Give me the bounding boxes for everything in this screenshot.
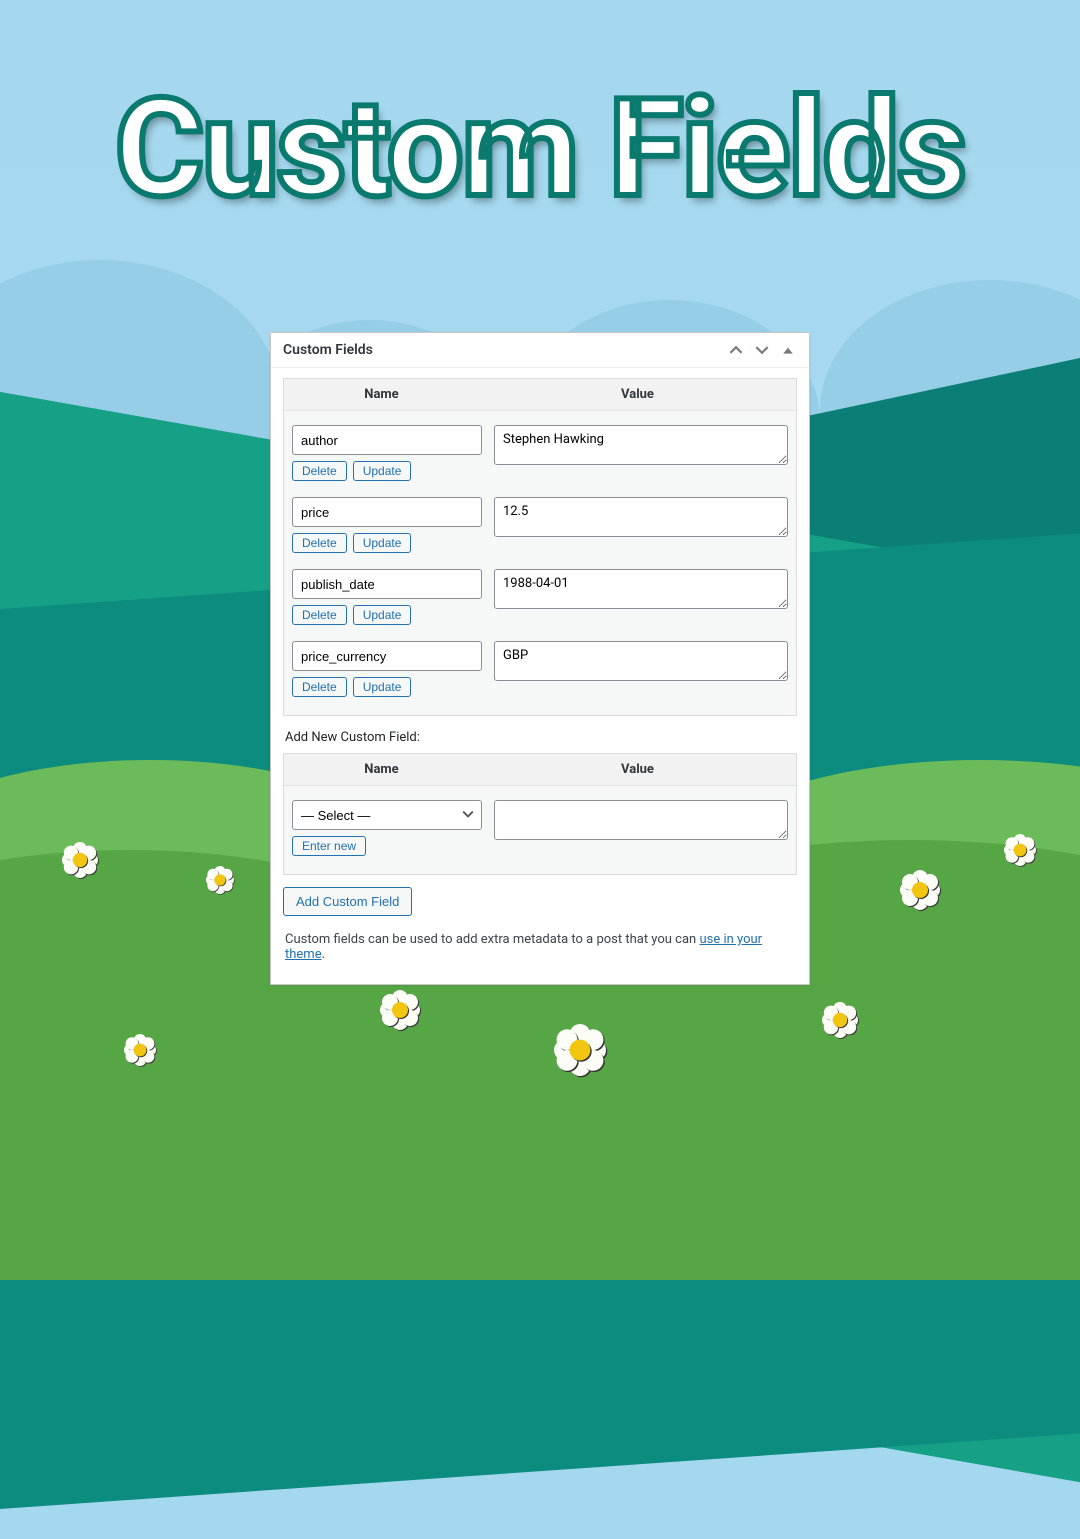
- table-header-row: Name Value: [284, 754, 796, 786]
- flower-icon: [1004, 834, 1036, 866]
- add-new-row: — Select — Enter new: [292, 792, 788, 864]
- panel-header: Custom Fields: [271, 333, 809, 368]
- field-value-input[interactable]: 1988-04-01: [494, 569, 788, 609]
- update-button[interactable]: Update: [353, 605, 412, 625]
- delete-button[interactable]: Delete: [292, 461, 347, 481]
- field-row: Delete Update GBP: [292, 633, 788, 705]
- add-new-label: Add New Custom Field:: [283, 716, 797, 753]
- field-value-input[interactable]: GBP: [494, 641, 788, 681]
- fields-rows-container: Delete Update Stephen Hawking Delete Upd…: [284, 411, 796, 715]
- page-title: Custom Fields: [0, 70, 1080, 229]
- field-value-input[interactable]: 12.5: [494, 497, 788, 537]
- delete-button[interactable]: Delete: [292, 605, 347, 625]
- flower-icon: [124, 1034, 156, 1066]
- move-up-icon[interactable]: [727, 341, 745, 359]
- custom-fields-panel: Custom Fields Name Value Delete Updat: [270, 332, 810, 985]
- panel-header-controls: [727, 341, 797, 359]
- column-header-name: Name: [284, 379, 479, 410]
- collapse-icon[interactable]: [779, 341, 797, 359]
- flower-icon: [62, 842, 98, 878]
- flower-icon: [554, 1024, 606, 1076]
- footer-text-suffix: .: [322, 947, 325, 962]
- table-header-row: Name Value: [284, 379, 796, 411]
- column-header-name: Name: [284, 754, 479, 785]
- flower-icon: [206, 866, 234, 894]
- field-name-input[interactable]: [292, 569, 482, 599]
- panel-body: Name Value Delete Update Stephen Hawking…: [271, 368, 809, 984]
- column-header-value: Value: [479, 379, 796, 410]
- flower-icon: [900, 870, 940, 910]
- fields-table: Name Value Delete Update Stephen Hawking…: [283, 378, 797, 716]
- update-button[interactable]: Update: [353, 677, 412, 697]
- field-name-input[interactable]: [292, 497, 482, 527]
- field-value-input[interactable]: Stephen Hawking: [494, 425, 788, 465]
- field-name-input[interactable]: [292, 641, 482, 671]
- flower-icon: [822, 1002, 858, 1038]
- field-row: Delete Update 1988-04-01: [292, 561, 788, 633]
- delete-button[interactable]: Delete: [292, 533, 347, 553]
- new-value-input[interactable]: [494, 800, 788, 840]
- field-row: Delete Update 12.5: [292, 489, 788, 561]
- add-custom-field-button[interactable]: Add Custom Field: [283, 887, 412, 916]
- flower-icon: [380, 990, 420, 1030]
- column-header-value: Value: [479, 754, 796, 785]
- update-button[interactable]: Update: [353, 533, 412, 553]
- field-row: Delete Update Stephen Hawking: [292, 417, 788, 489]
- delete-button[interactable]: Delete: [292, 677, 347, 697]
- add-new-row-wrap: — Select — Enter new: [284, 786, 796, 874]
- move-down-icon[interactable]: [753, 341, 771, 359]
- footer-help-text: Custom fields can be used to add extra m…: [283, 932, 797, 974]
- meta-key-select[interactable]: — Select —: [292, 800, 482, 830]
- footer-text-prefix: Custom fields can be used to add extra m…: [285, 932, 699, 947]
- enter-new-button[interactable]: Enter new: [292, 836, 366, 856]
- add-new-table: Name Value — Select —: [283, 753, 797, 875]
- panel-title: Custom Fields: [283, 342, 373, 358]
- update-button[interactable]: Update: [353, 461, 412, 481]
- field-name-input[interactable]: [292, 425, 482, 455]
